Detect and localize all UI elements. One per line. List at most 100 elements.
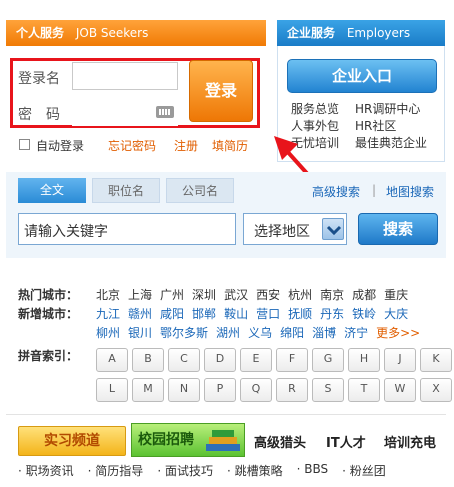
bbs-link[interactable]: · BBS (297, 462, 329, 479)
city-link[interactable]: 上海 (128, 286, 152, 303)
city-link[interactable]: 成都 (352, 286, 376, 303)
books-icon (206, 430, 240, 451)
employers-title-en: Employers (346, 26, 411, 40)
chevron-down-icon[interactable] (322, 218, 344, 240)
keyboard-icon[interactable] (156, 106, 174, 118)
employers-header: 企业服务 Employers (277, 20, 445, 46)
it-talent-link[interactable]: IT人才 (326, 432, 366, 451)
auto-login-checkbox[interactable] (19, 139, 30, 150)
letter-key[interactable]: P (204, 378, 236, 402)
city-link[interactable]: 鄂尔多斯 (160, 324, 208, 341)
job-hopping-link[interactable]: · 跳槽策略 (227, 462, 283, 479)
tab-company-name[interactable]: 公司名 (166, 178, 234, 203)
more-cities-link[interactable]: 更多>> (376, 324, 420, 341)
corp-link-hr-community[interactable]: HR社区 (355, 117, 396, 134)
training-link[interactable]: 培训充电 (384, 432, 436, 451)
letter-key[interactable]: X (420, 378, 452, 402)
letter-key[interactable]: W (384, 378, 416, 402)
city-link[interactable]: 深圳 (192, 286, 216, 303)
city-link[interactable]: 武汉 (224, 286, 248, 303)
employer-entry-button[interactable]: 企业入口 (287, 59, 437, 93)
register-link[interactable]: 注册 (174, 137, 198, 154)
city-link[interactable]: 北京 (96, 286, 120, 303)
letter-key[interactable]: C (168, 348, 200, 372)
new-cities-list-2: 柳州 银川 鄂尔多斯 湖州 义乌 绵阳 淄博 济宁 更多>> (96, 324, 436, 341)
city-link[interactable]: 抚顺 (288, 305, 312, 322)
section-divider (6, 414, 446, 415)
letter-key[interactable]: A (96, 348, 128, 372)
city-link[interactable]: 杭州 (288, 286, 312, 303)
city-link[interactable]: 济宁 (344, 324, 368, 341)
login-button[interactable]: 登录 (189, 60, 253, 122)
campus-recruit-label: 校园招聘 (138, 432, 194, 448)
new-cities-label: 新增城市： (18, 307, 79, 321)
letter-key[interactable]: L (96, 378, 128, 402)
letter-key[interactable]: F (276, 348, 308, 372)
city-link[interactable]: 咸阳 (160, 305, 184, 322)
fan-group-link[interactable]: · 粉丝团 (342, 462, 386, 479)
job-seekers-title-en: JOB Seekers (75, 26, 149, 40)
hot-cities-list: 北京 上海 广州 深圳 武汉 西安 杭州 南京 成都 重庆 (96, 286, 426, 303)
city-link[interactable]: 重庆 (384, 286, 408, 303)
letter-key[interactable]: J (384, 348, 416, 372)
letter-key[interactable]: M (132, 378, 164, 402)
city-link[interactable]: 营口 (256, 305, 280, 322)
advanced-search-link[interactable]: 高级搜索 (312, 183, 360, 200)
forgot-password-link[interactable]: 忘记密码 (108, 137, 156, 154)
corp-link-overview[interactable]: 服务总览 (291, 100, 339, 117)
city-link[interactable]: 南京 (320, 286, 344, 303)
city-link[interactable]: 邯郸 (192, 305, 216, 322)
city-link[interactable]: 九江 (96, 305, 120, 322)
password-input[interactable] (72, 98, 178, 126)
username-input[interactable] (72, 62, 178, 90)
city-link[interactable]: 绵阳 (280, 324, 304, 341)
city-link[interactable]: 西安 (256, 286, 280, 303)
city-link[interactable]: 银川 (128, 324, 152, 341)
search-button[interactable]: 搜索 (358, 213, 438, 245)
bottom-links: · 职场资讯 · 简历指导 · 面试技巧 · 跳槽策略 · BBS · 粉丝团 (18, 462, 438, 479)
city-link[interactable]: 赣州 (128, 305, 152, 322)
intern-channel-button[interactable]: 实习频道 (18, 426, 126, 456)
city-link[interactable]: 鞍山 (224, 305, 248, 322)
auto-login-label: 自动登录 (36, 139, 85, 153)
city-link[interactable]: 大庆 (384, 305, 408, 322)
letter-key[interactable]: K (420, 348, 452, 372)
region-select-value: 选择地区 (254, 224, 310, 240)
city-link[interactable]: 铁岭 (352, 305, 376, 322)
city-link[interactable]: 丹东 (320, 305, 344, 322)
fill-resume-link[interactable]: 填简历 (212, 137, 248, 154)
city-link[interactable]: 义乌 (248, 324, 272, 341)
region-select[interactable]: 选择地区 (243, 213, 347, 245)
city-link[interactable]: 湖州 (216, 324, 240, 341)
city-link[interactable]: 广州 (160, 286, 184, 303)
letter-key[interactable]: Q (240, 378, 272, 402)
letter-key[interactable]: B (132, 348, 164, 372)
career-news-link[interactable]: · 职场资讯 (18, 462, 74, 479)
letter-key[interactable]: E (240, 348, 272, 372)
letter-key[interactable]: R (276, 378, 308, 402)
resume-guide-link[interactable]: · 简历指导 (88, 462, 144, 479)
city-link[interactable]: 淄博 (312, 324, 336, 341)
password-label: 密 码 (18, 107, 60, 123)
pinyin-index-label: 拼音索引： (18, 349, 79, 363)
keyword-input[interactable]: 请输入关键字 (18, 213, 236, 245)
tab-job-title[interactable]: 职位名 (92, 178, 160, 203)
tab-fulltext[interactable]: 全文 (18, 178, 86, 203)
letters-row-2: L M N P Q R S T W X (96, 378, 452, 402)
interview-tips-link[interactable]: · 面试技巧 (157, 462, 213, 479)
headhunter-link[interactable]: 高级猎头 (254, 432, 306, 451)
letter-key[interactable]: G (312, 348, 344, 372)
letter-key[interactable]: N (168, 378, 200, 402)
map-search-link[interactable]: 地图搜索 (386, 183, 434, 200)
letter-key[interactable]: D (204, 348, 236, 372)
letter-key[interactable]: T (348, 378, 380, 402)
corp-link-best-company[interactable]: 最佳典范企业 (355, 134, 427, 151)
job-seekers-header: 个人服务 JOB Seekers (6, 20, 266, 46)
letter-key[interactable]: H (348, 348, 380, 372)
letter-key[interactable]: S (312, 378, 344, 402)
city-link[interactable]: 柳州 (96, 324, 120, 341)
job-seekers-title-cn: 个人服务 (16, 26, 65, 40)
keyword-placeholder: 请输入关键字 (24, 224, 108, 240)
corp-link-hr-research[interactable]: HR调研中心 (355, 100, 420, 117)
campus-recruit-button[interactable]: 校园招聘 (131, 423, 245, 457)
